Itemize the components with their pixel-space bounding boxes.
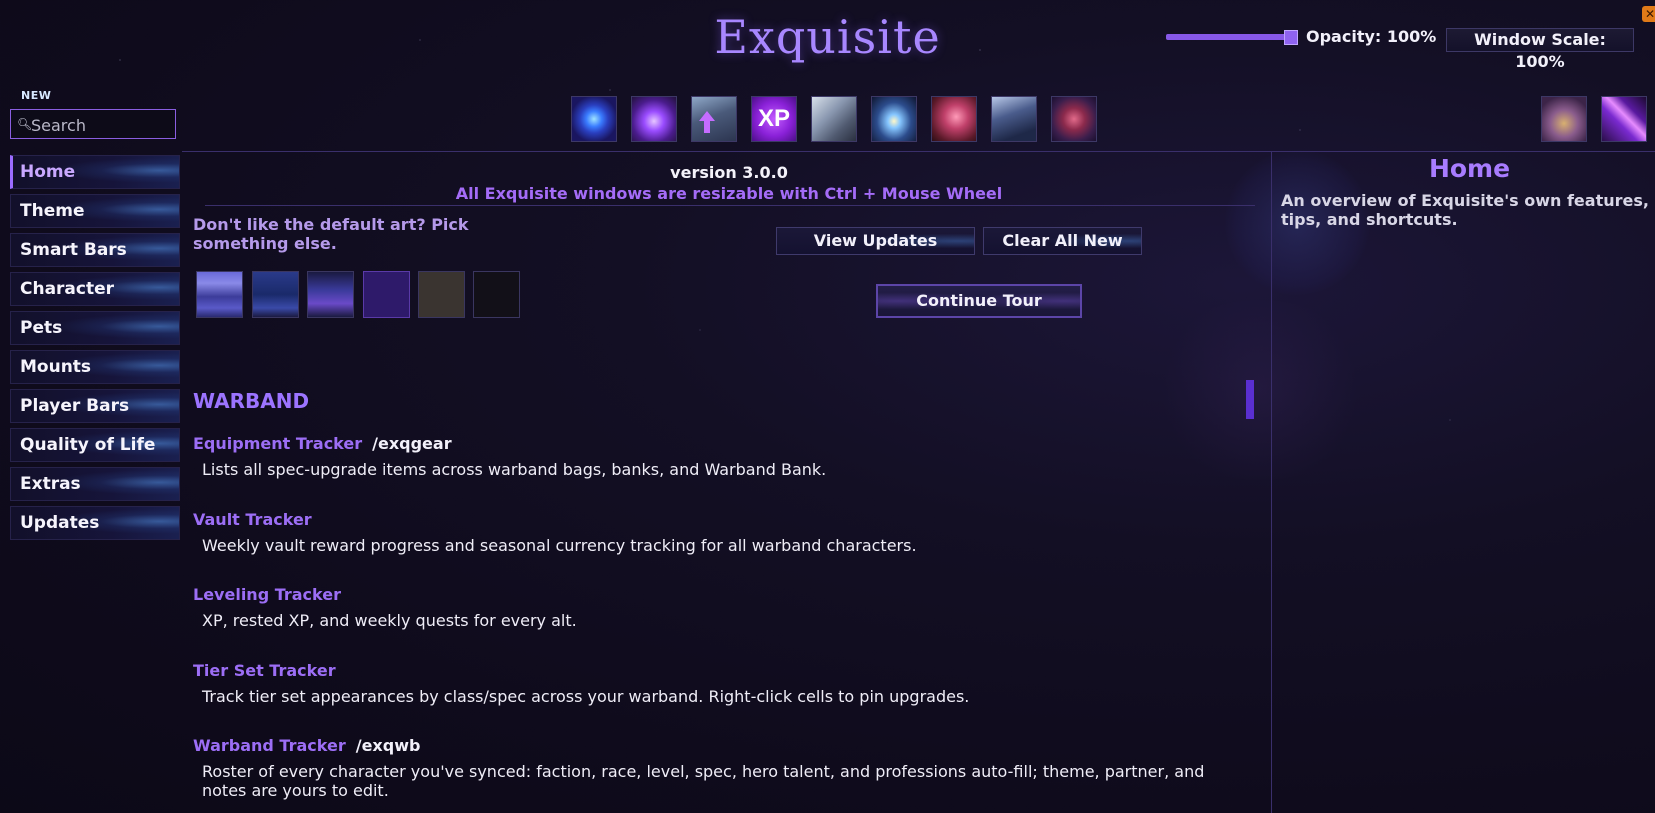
search-box: 🔍︎ — [10, 109, 176, 140]
sidebar-item-label: Pets — [20, 318, 63, 338]
feature-name[interactable]: Leveling Tracker — [193, 585, 341, 604]
art-prompt: Don't like the default art? Pick somethi… — [193, 215, 469, 253]
header-divider — [182, 151, 1655, 152]
party-icon[interactable] — [631, 96, 677, 142]
opacity-label: Opacity: 100% — [1306, 27, 1437, 46]
sidebar-item-quality-of-life[interactable]: Quality of Life — [10, 428, 180, 462]
tier-set-icon[interactable] — [1051, 96, 1097, 142]
opacity-slider[interactable] — [1166, 30, 1298, 45]
sidebar-item-character[interactable]: Character — [10, 272, 180, 306]
sidebar-item-label: Theme — [20, 201, 85, 221]
right-panel-title: Home — [1428, 154, 1511, 183]
dragon-mount-icon[interactable] — [931, 96, 977, 142]
right-panel-description: An overview of Exquisite's own features,… — [1281, 191, 1655, 229]
opacity-slider-thumb[interactable] — [1284, 30, 1298, 45]
feature-name[interactable]: Tier Set Tracker — [193, 661, 336, 680]
panel-divider — [1271, 151, 1272, 813]
art-thumb[interactable] — [196, 271, 243, 318]
art-thumb[interactable] — [363, 271, 410, 318]
sidebar-item-label: Character — [20, 279, 115, 299]
feature-command: /exqwb — [355, 736, 421, 755]
feature-equipment-tracker: Equipment Tracker/exqgear Lists all spec… — [193, 434, 1223, 479]
opacity-slider-fill — [1166, 34, 1296, 40]
xp-icon[interactable]: XP — [751, 96, 797, 142]
sidebar-item-pets[interactable]: Pets — [10, 311, 180, 345]
feature-leveling-tracker: Leveling Tracker XP, rested XP, and week… — [193, 585, 1223, 630]
feature-description: Track tier set appearances by class/spec… — [202, 687, 970, 706]
feature-name[interactable]: Warband Tracker — [193, 736, 346, 755]
art-thumb[interactable] — [473, 271, 520, 318]
armor-icon[interactable] — [811, 96, 857, 142]
sidebar-item-updates[interactable]: Updates — [10, 506, 180, 540]
crystal-icon[interactable] — [1601, 96, 1647, 142]
sidebar-item-label: Smart Bars — [20, 240, 127, 260]
vault-icon[interactable] — [871, 96, 917, 142]
feature-description: Roster of every character you've synced:… — [202, 762, 1205, 800]
sidebar-nav: Home Theme Smart Bars Character Pets Mou… — [10, 155, 180, 545]
xp-label: XP — [757, 105, 790, 132]
portal-icon[interactable] — [571, 96, 617, 142]
keyring-icon[interactable] — [1541, 96, 1587, 142]
feature-description: Weekly vault reward progress and seasona… — [202, 536, 917, 555]
feature-description: Lists all spec-upgrade items across warb… — [202, 460, 827, 479]
feature-name[interactable]: Vault Tracker — [193, 510, 312, 529]
feature-name[interactable]: Equipment Tracker — [193, 434, 362, 453]
right-panel-desc-line: tips, and shortcuts. — [1281, 210, 1458, 229]
sidebar-item-label: Mounts — [20, 357, 92, 377]
arrow-up-icon — [699, 111, 715, 133]
close-icon[interactable]: ✕ — [1642, 6, 1655, 22]
sidebar-item-smart-bars[interactable]: Smart Bars — [10, 233, 180, 267]
sidebar-item-player-bars[interactable]: Player Bars — [10, 389, 180, 423]
feature-tier-set-tracker: Tier Set Tracker Track tier set appearan… — [193, 661, 1223, 706]
art-thumb[interactable] — [418, 271, 465, 318]
sidebar-item-label: Extras — [20, 474, 81, 494]
feature-description: XP, rested XP, and weekly quests for eve… — [202, 611, 577, 630]
search-input[interactable] — [29, 110, 173, 140]
version-divider — [205, 205, 1255, 206]
art-thumb[interactable] — [252, 271, 299, 318]
clear-all-new-button[interactable]: Clear All New — [983, 227, 1142, 255]
feature-command: /exqgear — [372, 434, 452, 453]
sidebar-item-label: Updates — [20, 513, 100, 533]
version-label: version 3.0.0 — [670, 163, 788, 182]
sidebar-item-label: Quality of Life — [20, 435, 156, 455]
new-badge: NEW — [21, 89, 52, 102]
scrollbar-thumb[interactable] — [1246, 380, 1254, 419]
gear-upgrade-icon[interactable] — [691, 96, 737, 142]
warband-icon[interactable] — [991, 96, 1037, 142]
sidebar-item-label: Player Bars — [20, 396, 130, 416]
view-updates-button[interactable]: View Updates — [776, 227, 975, 255]
feature-warband-tracker: Warband Tracker/exqwb Roster of every ch… — [193, 736, 1223, 800]
window-scale-button[interactable]: Window Scale: 100% — [1446, 28, 1634, 71]
resize-note: All Exquisite windows are resizable with… — [455, 184, 1003, 203]
section-title-warband: WARBAND — [193, 389, 310, 413]
sidebar-item-mounts[interactable]: Mounts — [10, 350, 180, 384]
right-panel-desc-line: An overview of Exquisite's own features,… — [1281, 191, 1655, 210]
feature-vault-tracker: Vault Tracker Weekly vault reward progre… — [193, 510, 1223, 555]
continue-tour-button[interactable]: Continue Tour — [876, 284, 1082, 318]
sidebar-item-extras[interactable]: Extras — [10, 467, 180, 501]
art-thumb[interactable] — [307, 271, 354, 318]
